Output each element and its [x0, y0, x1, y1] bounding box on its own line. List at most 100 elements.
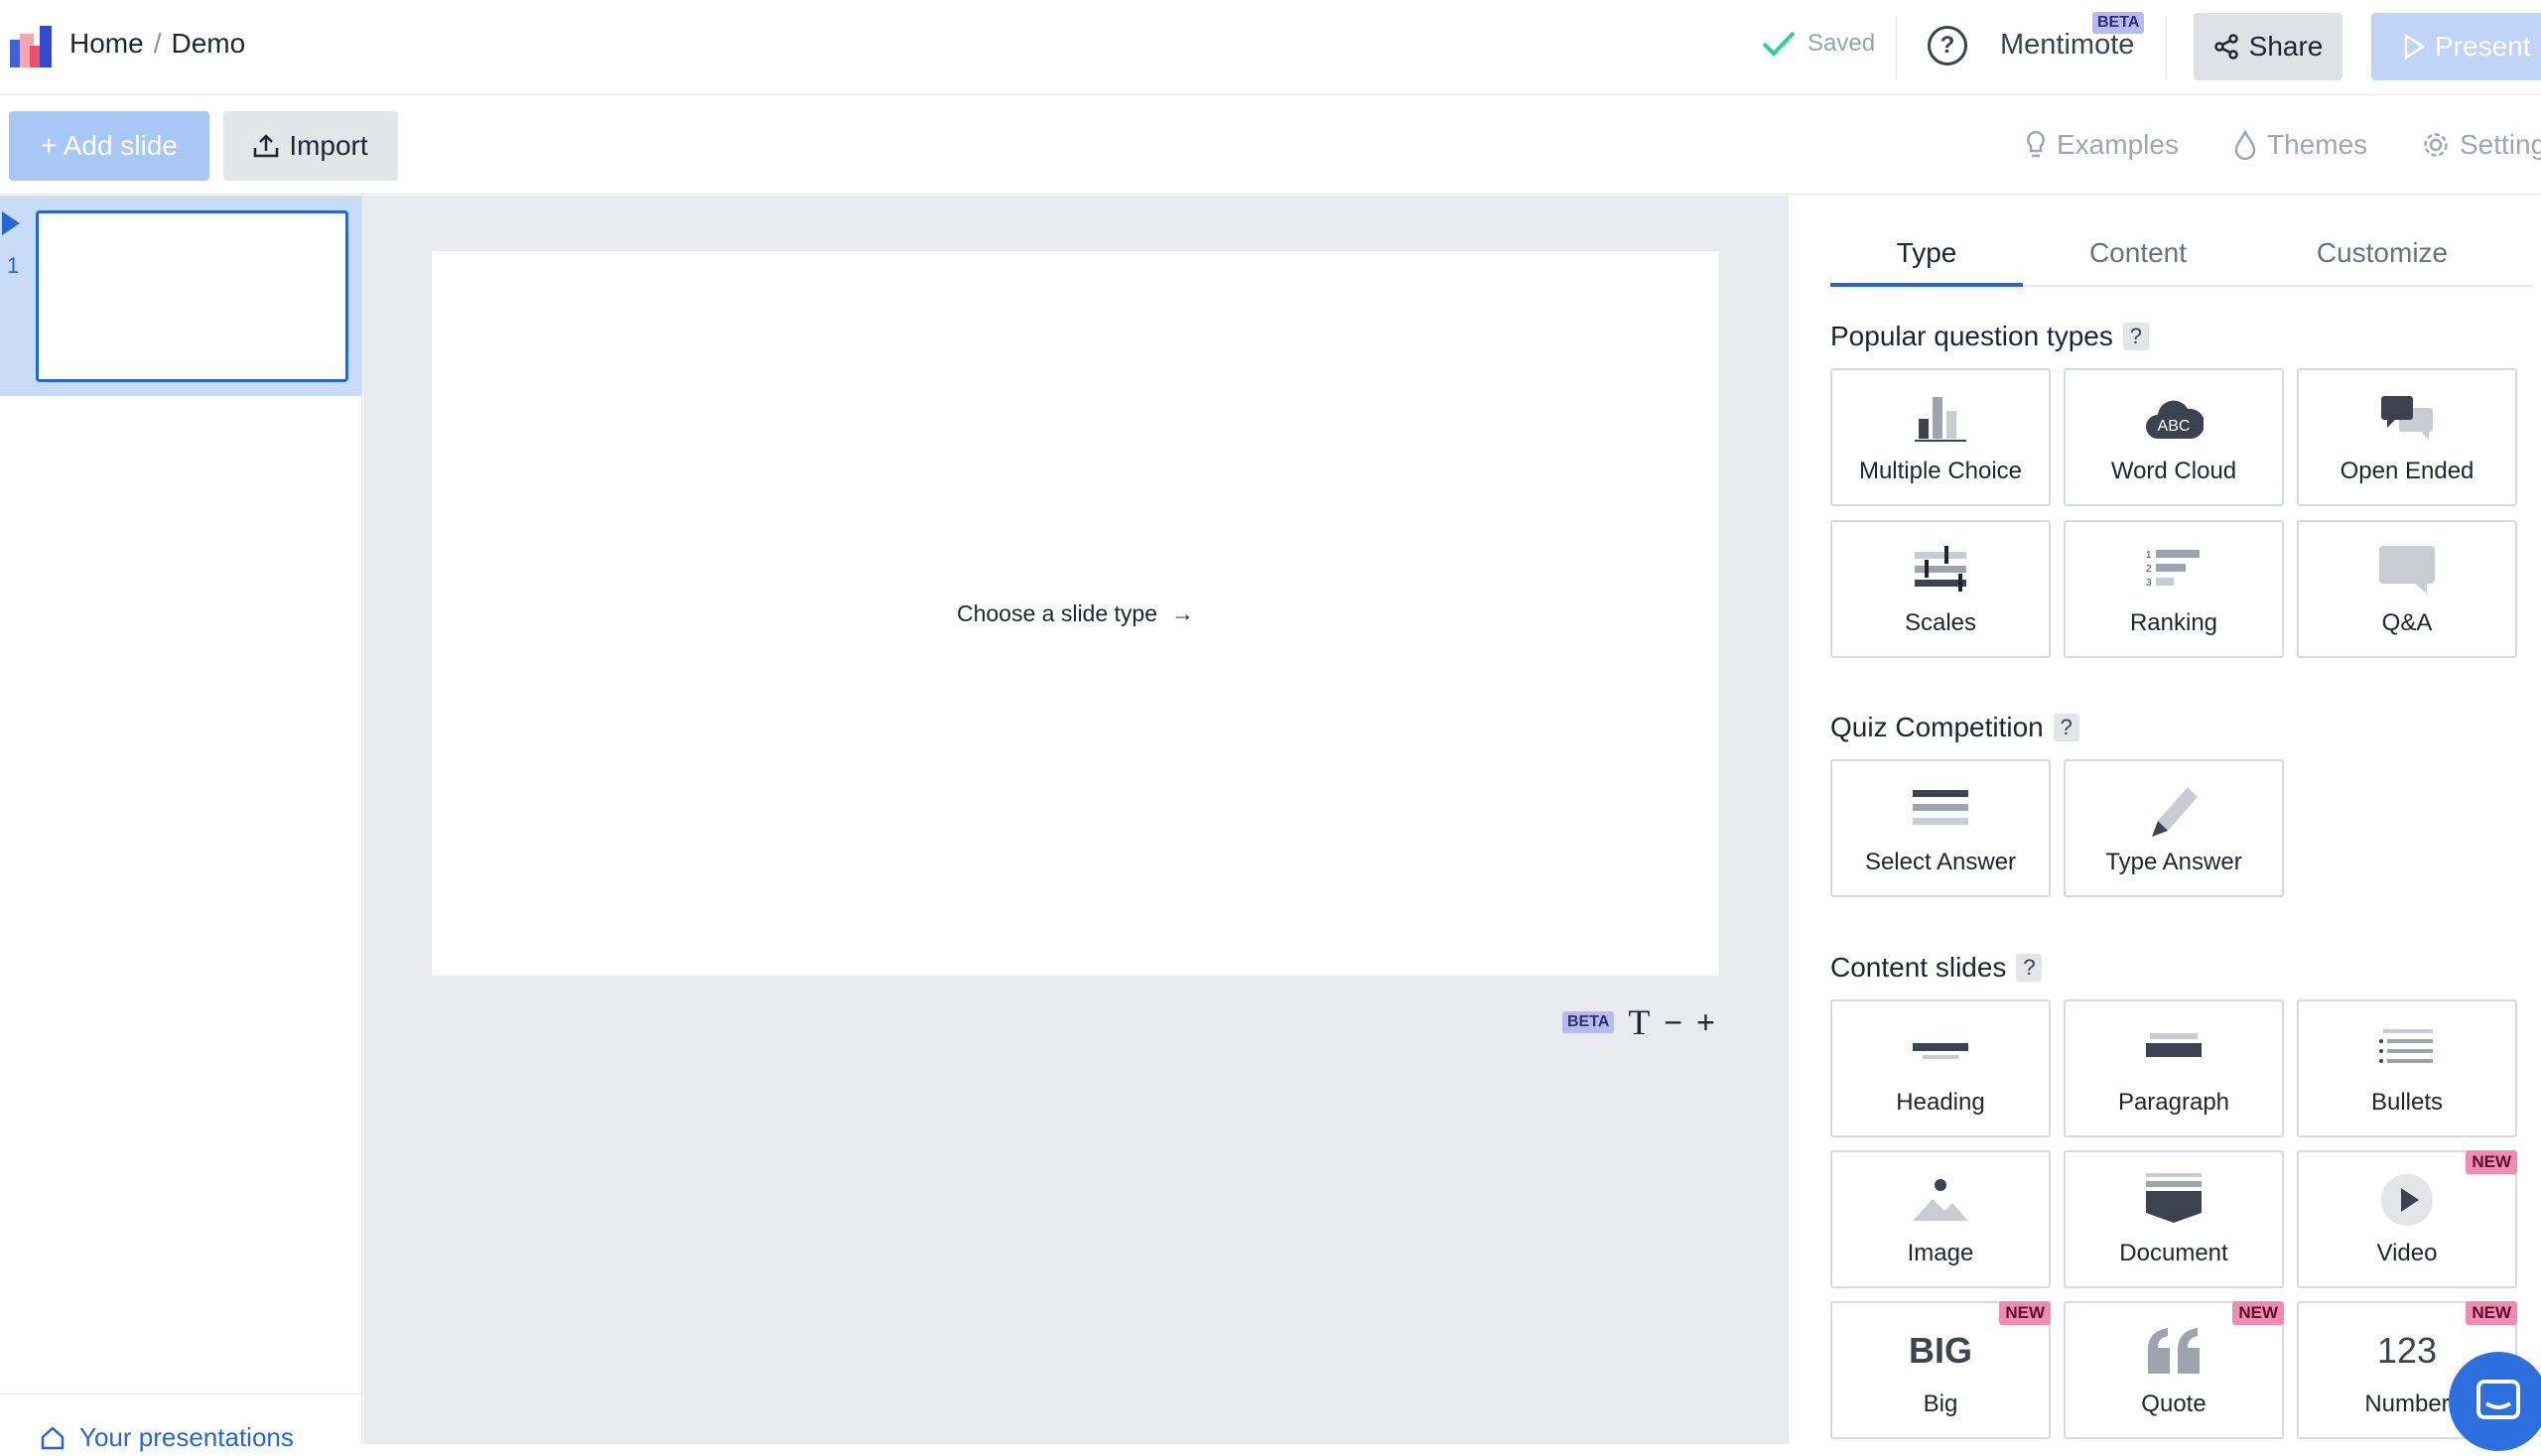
settings-label: Settings: [2460, 129, 2541, 160]
increase-text-size-button[interactable]: +: [1696, 1004, 1715, 1041]
editor-toolbar: + Add slide Import Examples Themes Setti…: [0, 95, 2541, 195]
svg-text:2: 2: [2146, 564, 2152, 575]
import-label: Import: [289, 130, 368, 161]
themes-button[interactable]: Themes: [2233, 129, 2367, 161]
heading-icon: [1913, 1043, 1968, 1059]
card-label: Video: [2376, 1240, 2438, 1266]
share-button[interactable]: Share: [2194, 13, 2342, 80]
present-label: Present: [2435, 31, 2531, 62]
video-play-icon: [2381, 1174, 2433, 1226]
text-size-icon[interactable]: T: [1628, 1001, 1650, 1043]
section-title: Content slides: [1830, 952, 2007, 983]
checkmark-icon: [1762, 31, 1796, 57]
card-label: Document: [2119, 1240, 2228, 1266]
tab-customize[interactable]: Customize: [2253, 225, 2511, 285]
current-slide-indicator-icon: [2, 211, 20, 235]
slide-type-document[interactable]: Document: [2064, 1150, 2284, 1288]
home-icon: [41, 1425, 65, 1449]
slide-type-big[interactable]: NEW BIG Big: [1830, 1301, 2051, 1439]
help-icon[interactable]: ?: [1928, 26, 1967, 66]
mentimote-beta-badge: BETA: [2092, 12, 2145, 34]
speech-bubbles-icon: [2381, 396, 2433, 440]
paragraph-icon: [2146, 1033, 2202, 1057]
quote-icon: [2148, 1328, 2200, 1374]
examples-label: Examples: [2057, 129, 2179, 160]
breadcrumb-home[interactable]: Home: [69, 28, 144, 60]
mentimeter-logo[interactable]: [10, 26, 54, 67]
card-label: Bullets: [2370, 1089, 2444, 1116]
image-icon: [1913, 1179, 1968, 1221]
slide-type-quote[interactable]: NEW Quote: [2064, 1301, 2284, 1439]
slide-type-ranking[interactable]: 1 2 3 Ranking: [2064, 520, 2284, 658]
list-lines-icon: [1913, 790, 1968, 825]
share-icon: [2213, 34, 2238, 60]
slide-type-select-answer[interactable]: Select Answer: [1830, 759, 2051, 897]
card-label: Multiple Choice: [1858, 458, 2023, 484]
qa-bubble-icon: [2379, 546, 2435, 594]
top-bar: Home / Demo Saved ? Mentimote BETA Share…: [0, 0, 2541, 95]
text-size-beta-badge: BETA: [1562, 1011, 1615, 1033]
bar-chart-icon: [1915, 397, 1966, 442]
presentation-title[interactable]: Demo: [171, 28, 245, 60]
help-icon[interactable]: ?: [2016, 954, 2043, 982]
slide-type-image[interactable]: Image: [1830, 1150, 2051, 1288]
card-label: Q&A: [2381, 609, 2433, 636]
tab-type[interactable]: Type: [1830, 225, 2023, 287]
arrow-right-icon: →: [1171, 599, 1194, 626]
gear-icon: [2424, 133, 2448, 157]
section-content: Content slides ?: [1830, 952, 2043, 984]
card-label: Type Answer: [2105, 849, 2242, 875]
decrease-text-size-button[interactable]: −: [1664, 1004, 1682, 1041]
section-quiz: Quiz Competition ?: [1830, 712, 2079, 743]
card-label: Heading: [1896, 1089, 1985, 1116]
card-label: Quote: [2141, 1390, 2207, 1417]
slide-type-heading[interactable]: Heading: [1830, 999, 2051, 1137]
ranking-icon: 1 2 3: [2146, 550, 2200, 589]
card-label: Word Cloud: [2110, 458, 2237, 484]
import-button[interactable]: Import: [223, 111, 398, 181]
divider: [1896, 16, 1897, 79]
document-icon: [2146, 1173, 2202, 1223]
section-title: Popular question types: [1830, 321, 2113, 351]
chat-icon: [2476, 1380, 2520, 1419]
support-chat-button[interactable]: [2449, 1352, 2541, 1451]
card-label: Big: [1923, 1390, 1958, 1417]
slide-type-type-answer[interactable]: Type Answer: [2064, 759, 2284, 897]
slide-type-video[interactable]: NEW Video: [2297, 1150, 2517, 1288]
slide-type-open-ended[interactable]: Open Ended: [2297, 368, 2517, 506]
lightbulb-icon: [2027, 130, 2045, 158]
card-label: Open Ended: [2340, 458, 2474, 484]
upload-icon: [254, 134, 279, 158]
slide-type-scales[interactable]: Scales: [1830, 520, 2051, 658]
slide-thumbnail[interactable]: [36, 210, 348, 382]
slide-number: 1: [7, 253, 20, 278]
choose-slide-type-hint: Choose a slide type →: [432, 251, 1719, 976]
share-label: Share: [2248, 31, 2324, 62]
add-slide-button[interactable]: + Add slide: [9, 111, 209, 181]
word-cloud-icon: ABC: [2146, 400, 2204, 439]
slide-type-qa[interactable]: Q&A: [2297, 520, 2517, 658]
svg-text:ABC: ABC: [2158, 418, 2191, 435]
slide-type-panel: Type Content Customize Popular question …: [1788, 196, 2541, 1444]
big-text-icon: BIG: [1908, 1330, 1972, 1371]
help-icon[interactable]: ?: [2122, 323, 2149, 350]
saved-status: Saved: [1762, 30, 1875, 58]
slide-type-multiple-choice[interactable]: Multiple Choice: [1830, 368, 2051, 506]
present-button[interactable]: Present: [2371, 13, 2541, 80]
slide-type-bullets[interactable]: Bullets: [2297, 999, 2517, 1137]
slide-type-paragraph[interactable]: Paragraph: [2064, 999, 2284, 1137]
settings-button[interactable]: Settings: [2422, 129, 2541, 161]
help-icon[interactable]: ?: [2053, 714, 2079, 741]
slide-canvas[interactable]: Choose a slide type →: [432, 251, 1719, 976]
slide-type-word-cloud[interactable]: ABC Word Cloud: [2064, 368, 2284, 506]
slide-list-item[interactable]: 1: [0, 196, 362, 396]
tab-content[interactable]: Content: [2023, 225, 2253, 285]
examples-button[interactable]: Examples: [2025, 129, 2179, 161]
svg-text:1: 1: [2146, 550, 2152, 561]
card-label: Select Answer: [1864, 849, 2017, 875]
themes-label: Themes: [2267, 129, 2368, 160]
card-label: Scales: [1904, 609, 1977, 636]
slide-list-sidebar: 1 Your presentations: [0, 196, 362, 1452]
your-presentations-link[interactable]: Your presentations: [0, 1393, 362, 1453]
pencil-icon: [2152, 787, 2198, 837]
